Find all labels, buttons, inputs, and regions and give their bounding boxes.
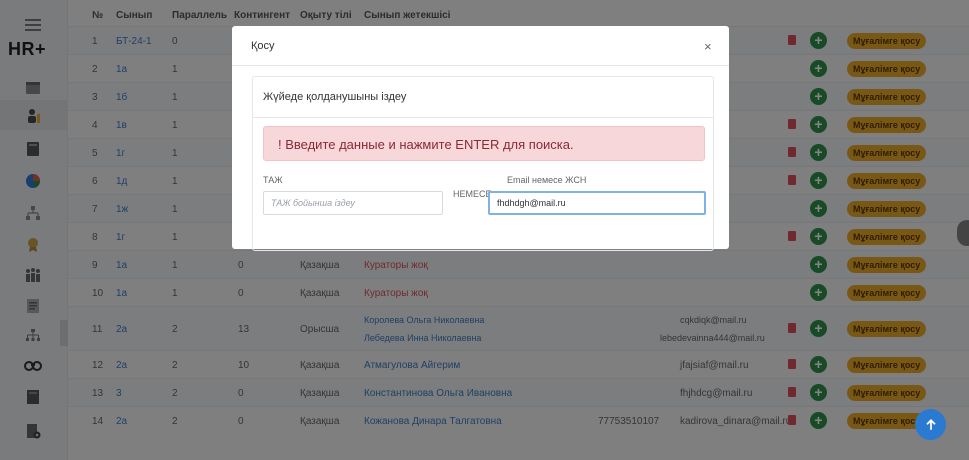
search-card-title: Жүйеде қолданушыны іздеу bbox=[263, 91, 407, 103]
modal-header: Қосу × bbox=[232, 26, 729, 66]
search-card: Жүйеде қолданушыны іздеу ! Введите данны… bbox=[252, 76, 714, 251]
search-alert-text: ! Введите данные и нажмите ENTER для пои… bbox=[278, 137, 574, 152]
search-alert: ! Введите данные и нажмите ENTER для пои… bbox=[263, 126, 705, 161]
modal-title: Қосу bbox=[251, 40, 275, 52]
scroll-top-button[interactable] bbox=[915, 409, 946, 440]
side-panel-toggle[interactable] bbox=[957, 220, 969, 246]
close-icon[interactable]: × bbox=[704, 39, 712, 54]
arrow-up-icon bbox=[925, 418, 936, 430]
iin-search-input[interactable] bbox=[263, 191, 443, 215]
or-label: НЕМЕСЕ bbox=[453, 189, 492, 199]
email-search-input[interactable] bbox=[488, 191, 706, 215]
add-modal: Қосу × Жүйеде қолданушыны іздеу ! Введит… bbox=[232, 26, 729, 251]
divider bbox=[253, 117, 713, 118]
iin-label: ТАЖ bbox=[263, 175, 283, 185]
email-label: Email немесе ЖСН bbox=[507, 175, 587, 185]
